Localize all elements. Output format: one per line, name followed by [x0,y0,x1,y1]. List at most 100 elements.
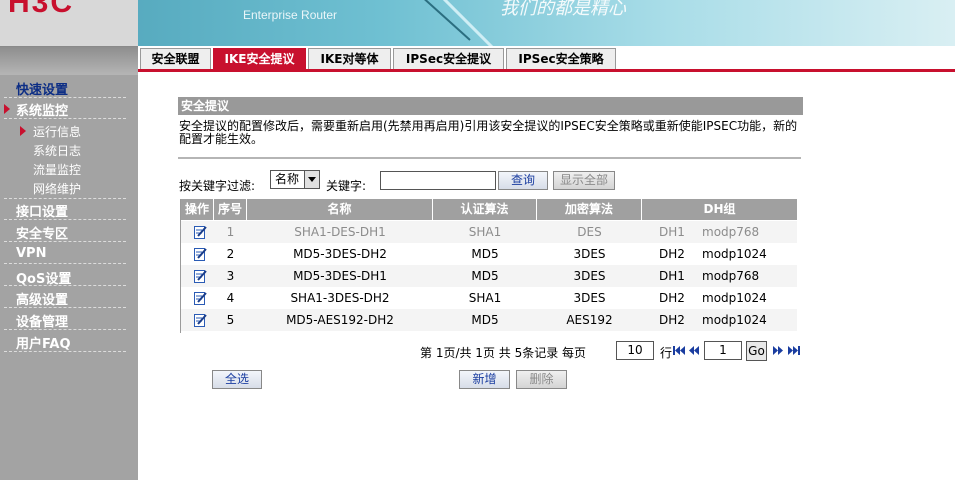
column-header-encryption: 加密算法 [537,199,642,220]
logo-area: H3C [0,0,138,46]
sidebar-divider [4,329,126,330]
pagination-summary: 第 1页/共 1页 共 5条记录 每页 [420,346,587,360]
row-dh-name: modp768 [702,269,760,283]
sidebar-divider [4,118,126,119]
sidebar-item-advanced[interactable]: 高级设置 [0,289,126,308]
tab-underline [138,69,955,72]
sidebar-subitem-system-log[interactable]: 系统日志 [33,142,81,159]
row-dh-name: modp1024 [702,247,767,261]
sidebar-item-system-monitor[interactable]: 系统监控 [0,100,126,119]
sidebar-item-label: 用户FAQ [16,337,71,352]
sidebar-item-vpn[interactable]: VPN [0,246,126,262]
sidebar-subitem-arrow-icon [20,126,26,136]
tab-ipsec-proposal[interactable]: IPSec安全提议 [393,48,504,69]
select-all-button[interactable]: 全选 [212,370,262,389]
previous-page-icon[interactable] [688,346,700,355]
page-size-unit: 行 [660,346,673,360]
sidebar-item-security[interactable]: 安全专区 [0,223,126,242]
table-row: 3 MD5-3DES-DH1 MD5 3DES DH1 modp768 [181,265,797,287]
row-name: MD5-3DES-DH1 [293,269,387,283]
row-dh-group: DH1 modp768 [642,265,797,287]
edit-icon[interactable] [194,313,207,327]
row-dh-group: DH2 modp1024 [642,243,797,265]
show-all-button[interactable]: 显示全部 [553,171,615,190]
row-dh-id: DH2 [659,247,685,261]
tab-ike-peer[interactable]: IKE对等体 [308,48,391,69]
sidebar-item-label: 安全专区 [16,227,69,242]
keyword-label: 关键字: [326,179,367,193]
section-divider [178,157,801,159]
table-row: 1 SHA1-DES-DH1 SHA1 DES DH1 modp768 [181,221,797,243]
column-header-name: 名称 [247,199,433,220]
filter-field-select[interactable]: 名称 [270,170,320,189]
table-row: 4 SHA1-3DES-DH2 SHA1 3DES DH2 modp1024 [181,287,797,309]
sidebar-item-device-management[interactable]: 设备管理 [0,311,126,330]
page-number-input[interactable]: 1 [704,341,742,360]
last-page-icon[interactable] [788,346,800,355]
sidebar-divider [4,219,126,220]
filter-select-value: 名称 [275,172,300,186]
sidebar-header [0,47,138,75]
logo: H3C [8,0,75,19]
sidebar-item-label: 高级设置 [16,293,69,308]
row-encryption: AES192 [566,313,613,327]
edit-icon[interactable] [194,225,207,239]
edit-icon[interactable] [194,291,207,305]
row-name: MD5-3DES-DH2 [293,247,387,261]
table-row: 5 MD5-AES192-DH2 MD5 AES192 DH2 modp1024 [181,309,797,331]
sidebar-item-qos[interactable]: QoS设置 [0,268,126,287]
add-button[interactable]: 新增 [459,370,510,389]
sidebar-divider [4,198,126,199]
row-encryption: 3DES [573,291,606,305]
row-encryption: 3DES [573,269,606,283]
sidebar-divider [4,263,126,264]
keyword-input[interactable] [380,171,496,190]
next-page-icon[interactable] [772,346,784,355]
sidebar-divider [4,97,126,98]
tab-security-association[interactable]: 安全联盟 [140,48,211,69]
sidebar-item-quick-setup[interactable]: 快速设置 [0,79,126,98]
row-name: SHA1-3DES-DH2 [290,291,390,305]
config-notice: 安全提议的配置修改后，需要重新启用(先禁用再启用)引用该安全提议的IPSEC安全… [179,119,798,146]
row-name: SHA1-DES-DH1 [294,225,386,239]
column-header-auth: 认证算法 [433,199,537,220]
sidebar-item-interface[interactable]: 接口设置 [0,201,126,220]
row-dh-id: DH2 [659,291,685,305]
sidebar-item-user-faq[interactable]: 用户FAQ [0,333,126,352]
row-dh-group: DH2 modp1024 [642,309,797,331]
page-size-input[interactable]: 10 [616,341,654,360]
sidebar-divider [4,307,126,308]
header-banner: Enterprise Router 我们的都是精心 [0,0,955,46]
row-auth: MD5 [471,247,499,261]
row-dh-id: DH1 [659,269,685,283]
row-index: 3 [226,269,235,283]
row-index: 4 [226,291,235,305]
sidebar: 快速设置 系统监控 运行信息 系统日志 流量监控 网络维护 接口设置 安全专区 … [0,46,138,480]
go-button[interactable]: Go [746,341,767,361]
sidebar-subitem-network-maintenance[interactable]: 网络维护 [33,180,81,197]
chevron-down-icon[interactable] [304,171,319,188]
search-button[interactable]: 查询 [498,171,548,190]
sidebar-item-label: 设备管理 [16,315,69,330]
sidebar-item-label: VPN [16,246,47,261]
row-dh-group: DH2 modp1024 [642,287,797,309]
row-dh-group: DH1 modp768 [642,221,797,243]
tab-ipsec-policy[interactable]: IPSec安全策略 [506,48,616,69]
column-header-action: 操作 [181,199,214,220]
sidebar-divider [4,285,126,286]
row-dh-name: modp768 [702,225,760,239]
edit-icon[interactable] [194,247,207,261]
first-page-icon[interactable] [673,346,685,355]
row-auth: MD5 [471,313,499,327]
sidebar-divider [4,351,126,352]
edit-icon[interactable] [194,269,207,283]
delete-button[interactable]: 删除 [516,370,567,389]
row-index: 2 [226,247,235,261]
sidebar-subitem-run-info[interactable]: 运行信息 [33,123,81,140]
tab-ike-proposal[interactable]: IKE安全提议 [213,48,306,69]
row-auth: MD5 [471,269,499,283]
sidebar-subitem-traffic-monitor[interactable]: 流量监控 [33,161,81,178]
row-auth: SHA1 [468,225,502,239]
column-header-index: 序号 [214,199,247,220]
filter-label: 按关键字过滤: [179,179,256,193]
